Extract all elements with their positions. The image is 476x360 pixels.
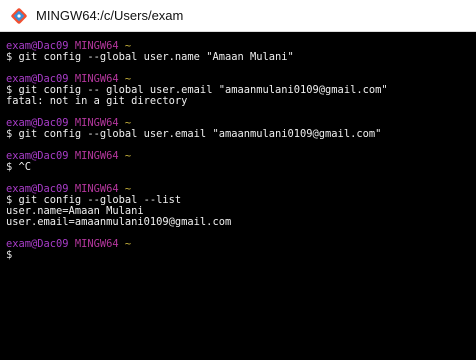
output-line: fatal: not in a git directory [6, 95, 188, 107]
command-line: $ ^C [6, 162, 476, 173]
command-text: git config --global user.email "amaanmul… [12, 128, 382, 140]
command-block: exam@Dac09 MINGW64 ~ $ git config -- glob… [6, 74, 476, 107]
command-line: $ git config --global user.name "Amaan M… [6, 52, 476, 63]
command-text: git config --global user.name "Amaan Mul… [12, 51, 294, 63]
prompt-dir: ~ [124, 238, 132, 250]
command-line: $ git config --global user.email "amaanm… [6, 129, 476, 140]
command-line: $ [6, 250, 476, 261]
window-title: MINGW64:/c/Users/exam [36, 8, 184, 23]
command-text: ^C [12, 161, 32, 173]
prompt-dir: ~ [124, 150, 132, 162]
prompt-symbol: $ [6, 249, 13, 261]
prompt-shell: MINGW64 [74, 238, 119, 250]
terminal-window: MINGW64:/c/Users/exam exam@Dac09 MINGW64… [0, 0, 476, 360]
title-bar[interactable]: MINGW64:/c/Users/exam [0, 0, 476, 32]
terminal-output[interactable]: exam@Dac09 MINGW64 ~ $ git config --globa… [0, 32, 476, 360]
command-block: exam@Dac09 MINGW64 ~ $ git config --globa… [6, 118, 476, 140]
prompt-line: exam@Dac09 MINGW64 ~ [6, 151, 476, 162]
command-block: exam@Dac09 MINGW64 ~ $ ^C [6, 151, 476, 173]
prompt-shell: MINGW64 [74, 150, 119, 162]
prompt-user-host: exam@Dac09 [6, 238, 69, 250]
prompt-line: exam@Dac09 MINGW64 ~ [6, 239, 476, 250]
output-line: user.email=amaanmulani0109@gmail.com [6, 216, 232, 228]
command-block: exam@Dac09 MINGW64 ~ $ [6, 239, 476, 261]
command-block: exam@Dac09 MINGW64 ~ $ git config --globa… [6, 184, 476, 228]
git-diamond-icon [8, 5, 30, 27]
command-block: exam@Dac09 MINGW64 ~ $ git config --globa… [6, 41, 476, 63]
